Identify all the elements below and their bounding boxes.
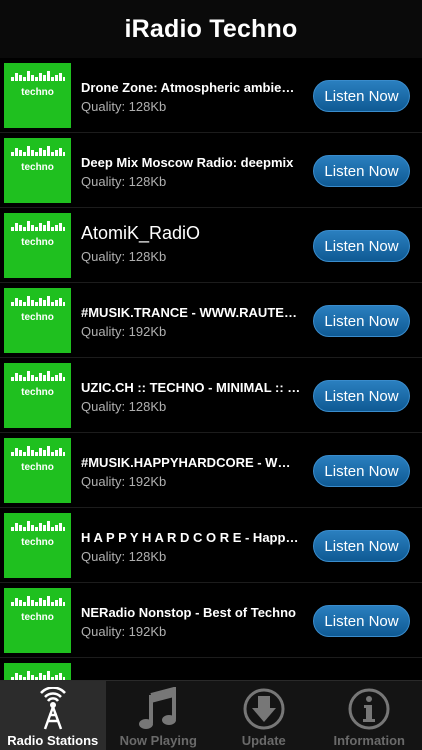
tab-label: Now Playing [119,733,197,748]
station-thumbnail: techno [4,363,71,428]
equalizer-icon [11,219,65,231]
thumbnail-label: techno [21,237,54,248]
equalizer-icon [11,594,65,606]
station-quality: Quality: 128Kb [81,249,167,264]
equalizer-icon [11,69,65,81]
thumbnail-label: techno [21,612,54,623]
listen-now-button[interactable]: Listen Now [313,380,410,412]
station-name: Deep Mix Moscow Radio: deepmix [81,155,294,170]
page-title: iRadio Techno [124,14,298,43]
station-thumbnail: techno [4,588,71,653]
list-item[interactable]: techno UZIC.CH :: TECHNO - MINIMAL :: 24… [0,358,422,433]
station-thumbnail: techno [4,138,71,203]
listen-now-button[interactable]: Listen Now [313,230,410,262]
equalizer-icon [11,294,65,306]
listen-now-button[interactable]: Listen Now [313,155,410,187]
station-quality: Quality: 128Kb [81,174,167,189]
thumbnail-label: techno [21,312,54,323]
radio-tower-icon [35,687,71,731]
station-thumbnail: techno [4,288,71,353]
tab-label: Information [333,733,406,748]
list-item[interactable]: techno AtomiK_RadiO Quality: 128Kb Liste… [0,208,422,283]
info-icon [347,687,391,731]
equalizer-icon [11,444,65,456]
list-item[interactable]: techno #MUSIK.HAPPYHARDCORE - WWW.RAUTEM… [0,433,422,508]
equalizer-icon [11,519,65,531]
listen-now-button[interactable]: Listen Now [313,80,410,112]
equalizer-icon [11,144,65,156]
thumbnail-label: techno [21,162,54,173]
thumbnail-label: techno [21,387,54,398]
tab-label: Update [241,733,286,748]
station-name: #MUSIK.HAPPYHARDCORE - WWW.RAUTEMUSIK.FM [81,455,301,470]
list-item[interactable]: techno NERadio Nonstop - Best of Techno … [0,583,422,658]
list-item[interactable] [0,658,422,680]
station-quality: Quality: 128Kb [81,549,167,564]
thumbnail-label: techno [21,537,54,548]
tab-information[interactable]: Information [317,681,422,750]
station-name: NERadio Nonstop - Best of Techno [81,605,296,620]
station-thumbnail [4,663,71,680]
equalizer-icon [11,369,65,381]
station-name: AtomiK_RadiO [81,223,201,243]
list-item[interactable]: techno #MUSIK.TRANCE - WWW.RAUTEMUSIK.FM… [0,283,422,358]
tab-update[interactable]: Update [211,681,317,750]
station-thumbnail: techno [4,513,71,578]
tab-bar: Radio Stations Now Playing Update Inform… [0,680,422,750]
station-thumbnail: techno [4,213,71,278]
station-name: H A P P Y H A R D C O R E - Happyhardcor… [81,530,301,545]
station-quality: Quality: 192Kb [81,324,167,339]
station-name: #MUSIK.TRANCE - WWW.RAUTEMUSIK.FM [81,305,301,320]
list-item[interactable]: techno H A P P Y H A R D C O R E - Happy… [0,508,422,583]
listen-now-button[interactable]: Listen Now [313,530,410,562]
station-name: Drone Zone: Atmospheric ambient space mu… [81,80,301,95]
music-note-icon [138,687,178,731]
station-quality: Quality: 128Kb [81,99,167,114]
station-list[interactable]: techno Drone Zone: Atmospheric ambient s… [0,58,422,680]
station-thumbnail: techno [4,438,71,503]
list-item[interactable]: techno Drone Zone: Atmospheric ambient s… [0,58,422,133]
station-name: UZIC.CH :: TECHNO - MINIMAL :: 24/7 [81,380,301,395]
download-icon [242,687,286,731]
thumbnail-label: techno [21,462,54,473]
tab-now-playing[interactable]: Now Playing [106,681,212,750]
thumbnail-label: techno [21,87,54,98]
equalizer-icon [11,669,65,680]
nav-bar: iRadio Techno [0,0,422,58]
listen-now-button[interactable]: Listen Now [313,305,410,337]
station-thumbnail: techno [4,63,71,128]
station-quality: Quality: 192Kb [81,474,167,489]
listen-now-button[interactable]: Listen Now [313,455,410,487]
list-item[interactable]: techno Deep Mix Moscow Radio: deepmix Qu… [0,133,422,208]
tab-label: Radio Stations [7,733,99,748]
station-quality: Quality: 192Kb [81,624,167,639]
tab-radio-stations[interactable]: Radio Stations [0,681,106,750]
station-quality: Quality: 128Kb [81,399,167,414]
listen-now-button[interactable]: Listen Now [313,605,410,637]
